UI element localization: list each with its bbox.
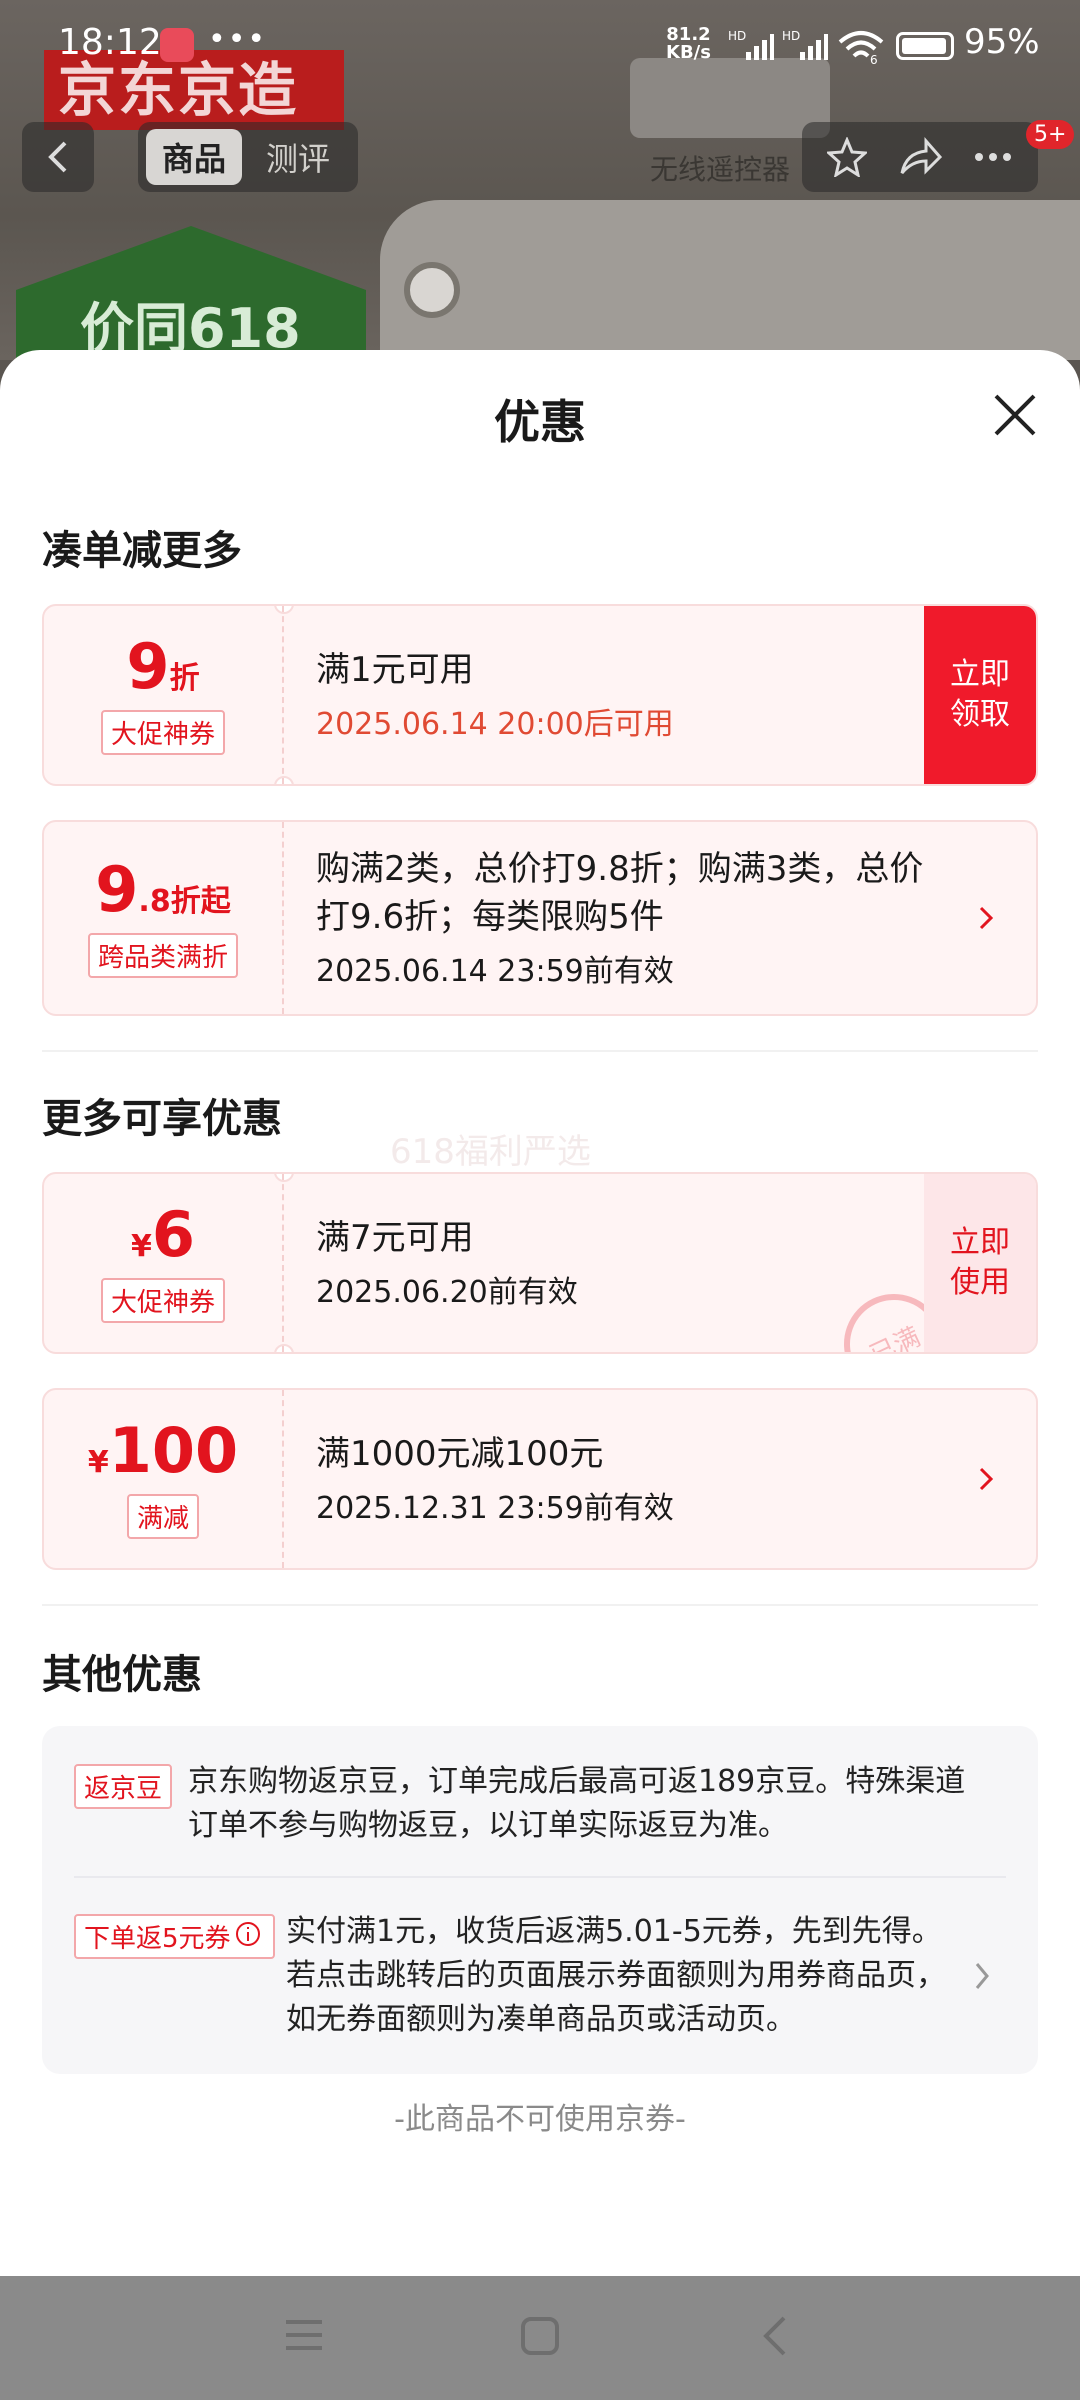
coupon-tag: 大促神券 <box>100 1277 225 1323</box>
coupon-condition: 满1元可用 <box>316 650 474 691</box>
status-time: 18:12 <box>58 22 162 63</box>
coupon-tag: 满减 <box>126 1493 199 1539</box>
net-speed: 81.2 KB/s <box>666 26 711 62</box>
coupon-card: ¥6 大促神券 满7元可用 2025.06.20前有效 已满 立即使用 <box>42 1172 1038 1354</box>
tab-review[interactable]: 测评 <box>250 129 346 185</box>
chevron-left-icon <box>48 141 67 173</box>
net-speed-unit: KB/s <box>666 42 711 63</box>
divider <box>42 1604 1038 1606</box>
coupon-condition: 购满2类，总价打9.8折；购满3类，总价打9.6折；每类限购5件 <box>316 849 924 937</box>
coupon-card[interactable]: ¥100 满减 满1000元减100元 2025.12.31 23:59前有效 <box>42 1388 1038 1570</box>
use-button[interactable]: 立即使用 <box>924 1174 1036 1352</box>
price-badge-text: 价同618 <box>80 297 301 360</box>
coupon-validity: 2025.06.14 23:59前有效 <box>316 953 674 989</box>
footnote: -此商品不可使用京券- <box>394 2102 686 2137</box>
product-tabs: 商品 测评 <box>138 122 358 192</box>
coupon-value: ¥6 <box>130 1197 195 1271</box>
coupon-tag: 大促神券 <box>100 709 225 755</box>
nav-actions <box>802 122 1038 192</box>
divider <box>42 1050 1038 1052</box>
promotion-sheet: 优惠 凑单减更多 9折 大促神券 满1元可用 2025.06.14 20:00后… <box>0 350 1080 2276</box>
chevron-right-icon <box>979 1467 994 1491</box>
coupon-validity: 2025.06.20前有效 <box>316 1274 578 1310</box>
divider <box>74 1876 1006 1878</box>
benefit-row[interactable]: 下单返5元券 实付满1元，收货后返满5.01-5元券，先到先得。若点击跳转后的页… <box>74 1910 1006 2050</box>
section-title-combine: 凑单减更多 <box>42 528 242 574</box>
signal-icon-2: HD <box>782 30 828 60</box>
section-title-more: 更多可享优惠 <box>42 1096 282 1142</box>
section-title-other: 其他优惠 <box>42 1652 202 1698</box>
more-icon[interactable] <box>973 151 1013 163</box>
wifi-icon: 6 <box>838 31 884 66</box>
claim-button[interactable]: 立即领取 <box>924 606 1036 784</box>
claim-button-label: 立即领取 <box>950 656 1010 733</box>
home-icon[interactable] <box>520 2316 560 2356</box>
more-notifications-icon: ••• <box>208 22 268 57</box>
coupon-value: 9折 <box>126 629 200 703</box>
use-button-label: 立即使用 <box>950 1224 1010 1301</box>
menu-icon[interactable] <box>284 2316 324 2354</box>
app-notification-icon <box>160 28 194 62</box>
back-button[interactable] <box>22 122 94 192</box>
toilet-image <box>380 200 1080 360</box>
battery-icon <box>896 32 954 60</box>
coupon-card[interactable]: 9.8折起 跨品类满折 购满2类，总价打9.8折；购满3类，总价打9.6折；每类… <box>42 820 1038 1016</box>
benefit-row: 返京豆 京东购物返京豆，订单完成后最高可返189京豆。特殊渠道订单不参与购物返豆… <box>74 1760 1006 1860</box>
coupon-value: ¥100 <box>87 1413 239 1487</box>
chevron-right-icon <box>979 906 994 930</box>
signal-icon: HD <box>728 30 774 60</box>
benefit-text: 实付满1元，收货后返满5.01-5元券，先到先得。若点击跳转后的页面展示券面额则… <box>286 1914 946 2037</box>
remote-label: 无线遥控器 <box>650 153 791 186</box>
wifi-level: 6 <box>870 53 878 66</box>
benefit-tag-label: 下单返5元券 <box>84 1924 231 1954</box>
tab-product[interactable]: 商品 <box>146 129 243 185</box>
info-icon[interactable] <box>234 1920 262 1948</box>
benefit-text: 京东购物返京豆，订单完成后最高可返189京豆。特殊渠道订单不参与购物返豆，以订单… <box>188 1764 966 1843</box>
coupon-value: 9.8折起 <box>95 852 231 926</box>
close-icon[interactable] <box>990 390 1040 440</box>
chevron-right-icon <box>975 1963 989 1989</box>
share-icon[interactable] <box>898 137 942 177</box>
battery-level: 95% <box>964 22 1040 62</box>
star-icon[interactable] <box>827 137 868 177</box>
sheet-title: 优惠 <box>494 395 586 449</box>
coupon-validity: 2025.06.14 20:00后可用 <box>316 706 674 742</box>
status-bar: 18:12 ••• 81.2 KB/s HD HD 6 95% <box>0 0 1080 92</box>
system-navigation-bar <box>0 2276 1080 2400</box>
toilet-knob <box>404 262 460 318</box>
notification-badge: 5+ <box>1026 120 1075 149</box>
watermark: 618福利严选 <box>390 1132 591 1172</box>
back-icon[interactable] <box>758 2314 790 2358</box>
signal-tag-2: HD <box>782 30 800 43</box>
coupon-validity: 2025.12.31 23:59前有效 <box>316 1490 674 1526</box>
other-benefits-box: 返京豆 京东购物返京豆，订单完成后最高可返189京豆。特殊渠道订单不参与购物返豆… <box>42 1726 1038 2074</box>
coupon-tag: 跨品类满折 <box>87 932 238 978</box>
signal-tag: HD <box>728 30 746 43</box>
coupon-card: 9折 大促神券 满1元可用 2025.06.14 20:00后可用 立即领取 <box>42 604 1038 786</box>
coupon-condition: 满1000元减100元 <box>316 1434 604 1475</box>
benefit-tag: 返京豆 <box>74 1764 173 1809</box>
coupon-condition: 满7元可用 <box>316 1218 474 1259</box>
